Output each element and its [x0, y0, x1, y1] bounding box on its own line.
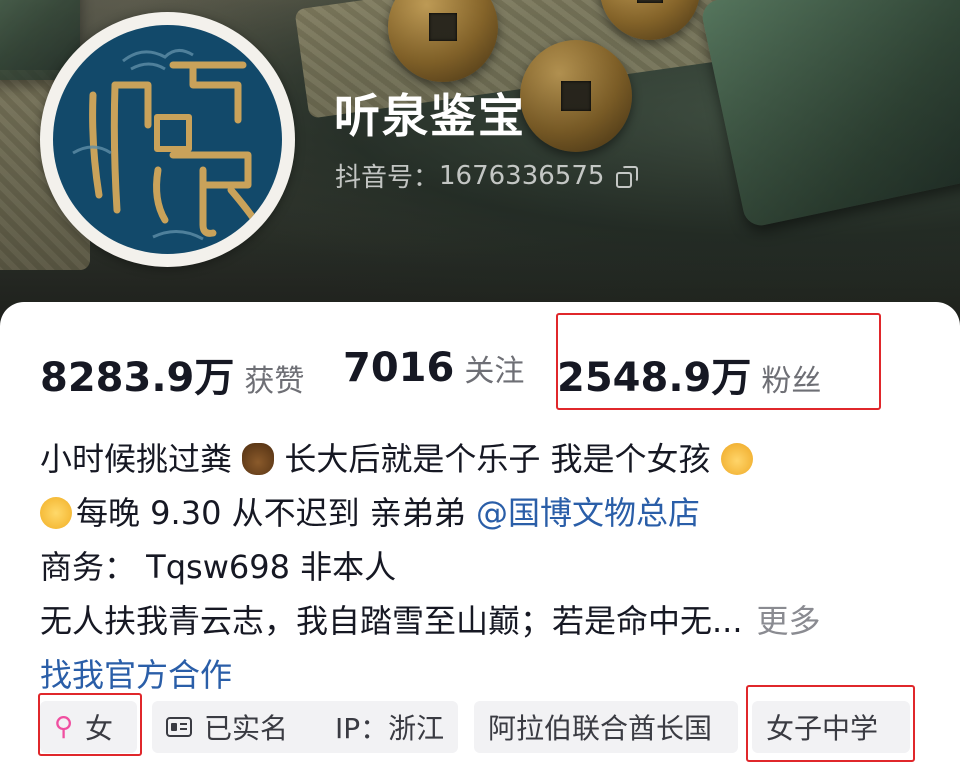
douyin-id[interactable]: 抖音号： 1676336575 [335, 157, 639, 194]
highlight-box-school [746, 685, 915, 762]
profile-bio: 小时候挑过粪 长大后就是个乐子 我是个女孩 每晚 9.30 从不迟到 亲弟弟 @… [40, 432, 920, 702]
id-card-icon [166, 717, 192, 737]
tag-verified[interactable]: 已实名 [152, 701, 346, 753]
banner-coin [600, 0, 700, 40]
bio-line4: 无人扶我青云志，我自踏雪至山巅；若是命中无... [40, 602, 743, 640]
bio-line3: 商务： Tqsw698 非本人 [40, 548, 397, 586]
bio-line: 小时候挑过粪 长大后就是个乐子 我是个女孩 [40, 432, 920, 486]
bio-line: 每晚 9.30 从不迟到 亲弟弟 @国博文物总店 [40, 486, 920, 540]
banner-coin [520, 40, 632, 152]
tag-ip[interactable]: IP：浙江 [321, 701, 458, 753]
more-button[interactable]: 更多 [757, 602, 821, 640]
highlight-box-gender [38, 693, 142, 756]
tag-ip-label: IP：浙江 [335, 712, 445, 745]
stat-following-value: 7016 [343, 345, 455, 391]
stat-likes-label: 获赞 [244, 364, 305, 399]
bio-line1-a: 小时候挑过粪 [40, 440, 233, 478]
relieved-emoji-icon [40, 497, 72, 529]
partner-link[interactable]: 找我官方合作 [40, 656, 232, 694]
banner-bronze-artifact [699, 0, 960, 229]
avatar-logo [53, 25, 282, 254]
tingquan-logo-icon [72, 49, 262, 241]
bio-line2-text: 每晚 9.30 从不迟到 亲弟弟 [76, 494, 476, 532]
tag-country[interactable]: 阿拉伯联合酋长国 [474, 701, 738, 753]
profile-name: 听泉鉴宝 [334, 89, 526, 143]
douyin-id-value: 1676336575 [439, 160, 605, 191]
poop-emoji-icon [242, 443, 275, 475]
avatar[interactable] [40, 12, 295, 267]
bio-line: 商务： Tqsw698 非本人 [40, 540, 920, 594]
stat-likes[interactable]: 8283.9万 获赞 [40, 345, 304, 403]
bio-line1-b: 长大后就是个乐子 我是个女孩 [284, 440, 711, 478]
banner-coin [388, 0, 498, 82]
tag-country-label: 阿拉伯联合酋长国 [488, 712, 713, 745]
tag-verified-label: 已实名 [204, 712, 289, 745]
stat-likes-value: 8283.9万 [40, 355, 235, 401]
douyin-id-label: 抖音号： [335, 163, 440, 193]
stat-following-label: 关注 [464, 354, 525, 389]
bio-line: 无人扶我青云志，我自踏雪至山巅；若是命中无... 更多 [40, 594, 920, 648]
highlight-box-followers [556, 313, 881, 410]
copy-icon[interactable] [616, 165, 639, 188]
mention-link[interactable]: @国博文物总店 [476, 494, 700, 532]
girl-emoji-icon [720, 443, 753, 475]
stat-following[interactable]: 7016 关注 [343, 345, 524, 391]
